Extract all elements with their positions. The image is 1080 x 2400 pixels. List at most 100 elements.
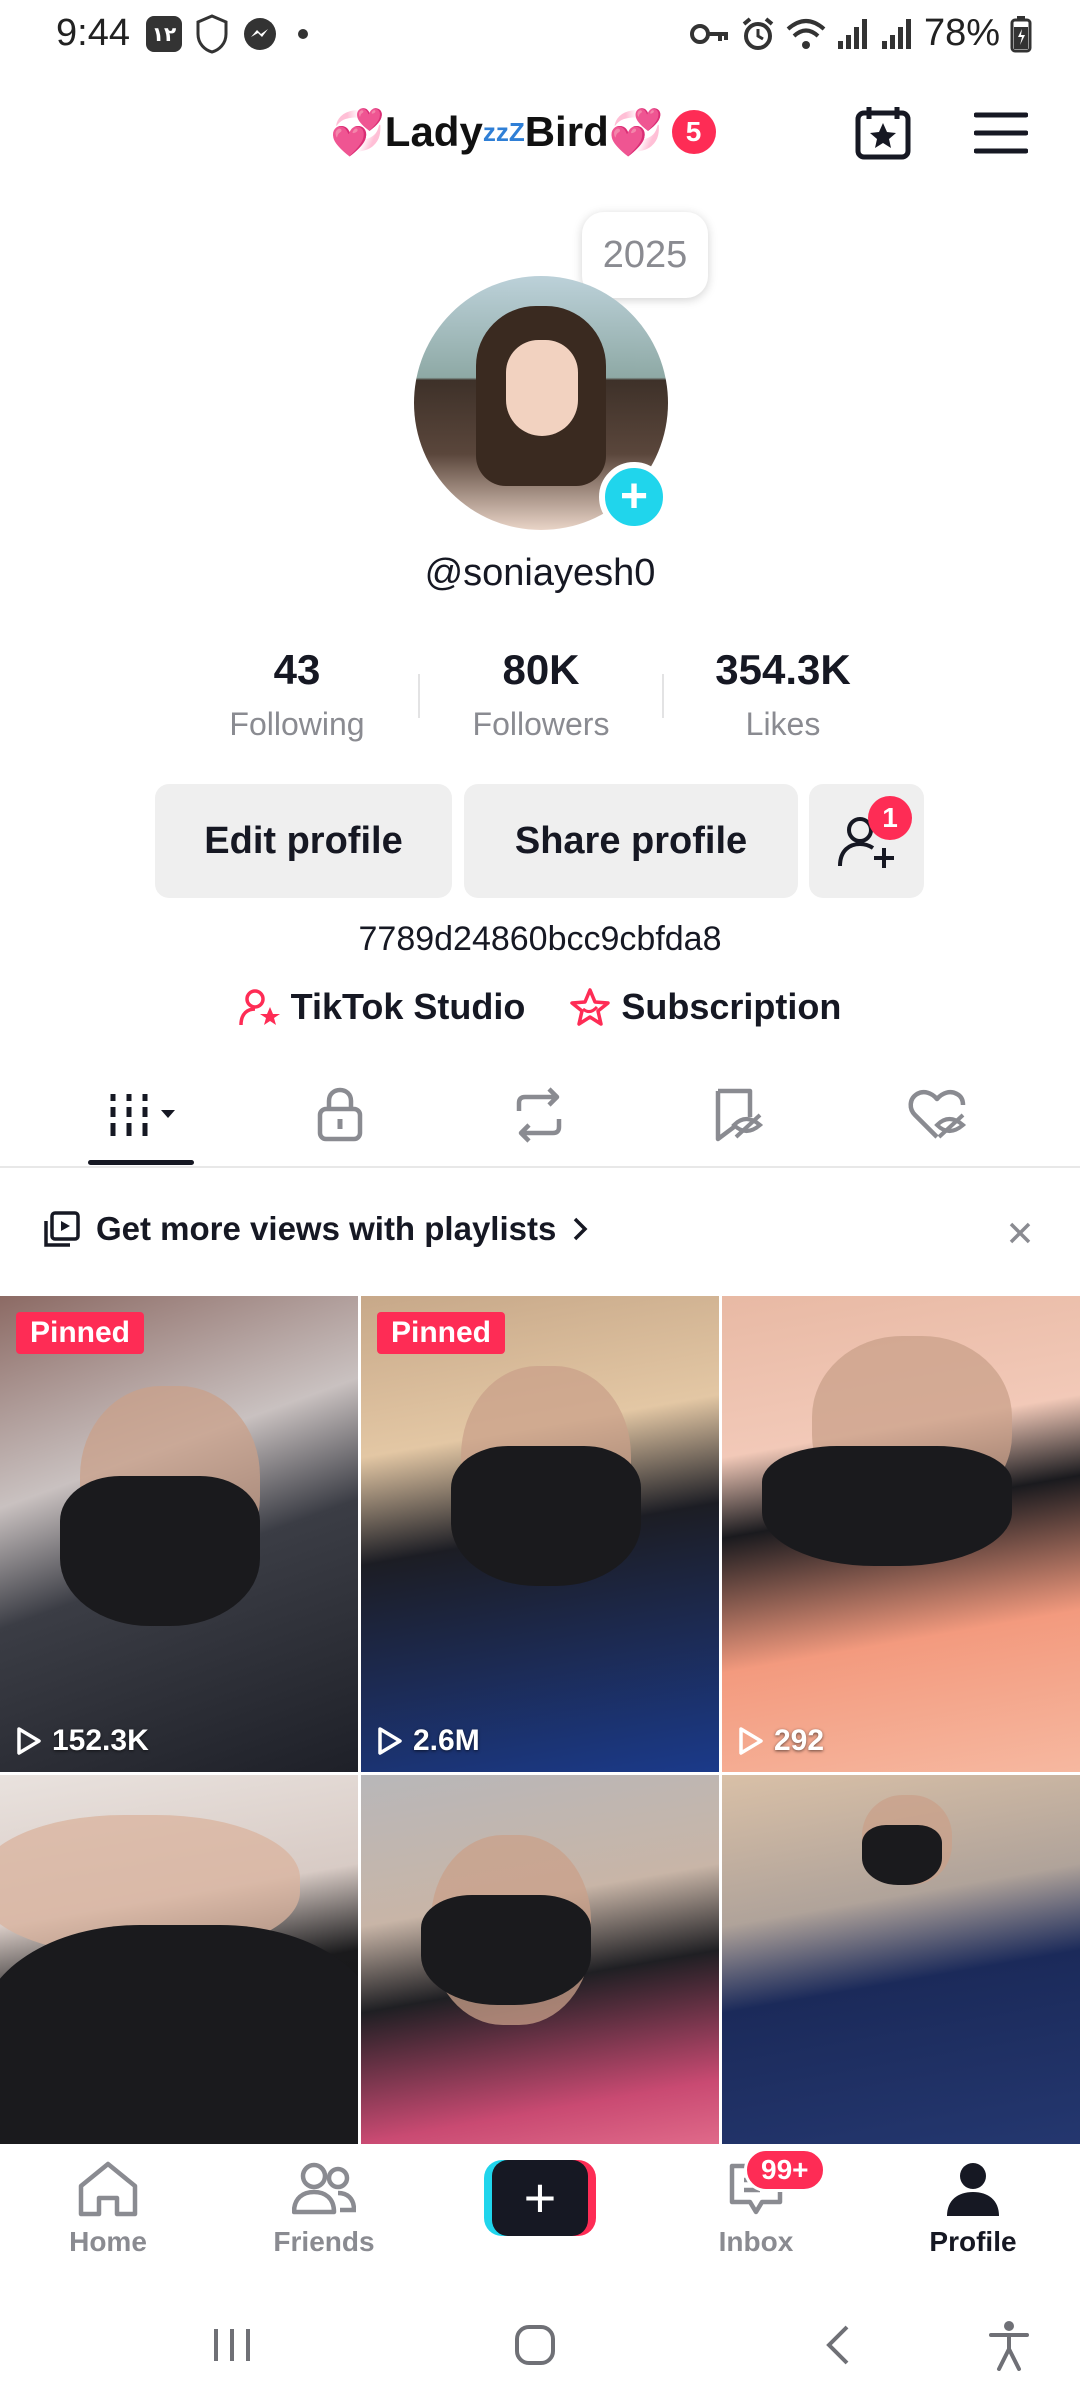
profile-name-button[interactable]: 💞 Lady zzZ Bird 💞 5 xyxy=(330,106,716,158)
status-bar: 9:44 ۱۲ 78% xyxy=(0,0,1080,66)
calendar-date-icon: ۱۲ xyxy=(146,16,182,52)
zzz-text: zzZ xyxy=(482,116,525,147)
tiktok-studio-link[interactable]: TikTok Studio xyxy=(238,986,526,1028)
profile-links: TikTok Studio Subscription xyxy=(0,986,1080,1028)
nav-home-label: Home xyxy=(69,2226,147,2257)
thumbnail-mask xyxy=(0,1925,358,2144)
heart-hidden-icon xyxy=(908,1089,967,1139)
profile-name-text: Lady xyxy=(384,108,483,155)
hamburger-menu-icon xyxy=(974,112,1028,154)
view-count-text: 2.6M xyxy=(413,1724,480,1757)
tiktok-studio-label: TikTok Studio xyxy=(290,986,526,1027)
view-count: 2.6M xyxy=(377,1724,480,1758)
add-story-button[interactable]: + xyxy=(599,462,669,532)
share-profile-button[interactable]: Share profile xyxy=(464,784,798,898)
key-icon xyxy=(689,23,728,44)
stat-followers[interactable]: 80K Followers xyxy=(431,646,651,743)
chevron-right-icon xyxy=(574,1217,588,1241)
plus-icon: + xyxy=(492,2160,588,2236)
thumbnail-mask xyxy=(451,1446,641,1586)
close-banner-button[interactable] xyxy=(1008,1212,1032,1254)
video-thumbnail[interactable] xyxy=(361,1775,719,2144)
view-count: 152.3K xyxy=(16,1724,149,1758)
playlist-promo-link[interactable]: Get more views with playlists xyxy=(44,1210,588,1248)
stat-label: Likes xyxy=(745,706,821,742)
stat-likes[interactable]: 354.3K Likes xyxy=(673,646,893,743)
wifi-icon xyxy=(786,18,826,49)
video-thumbnail[interactable] xyxy=(0,1775,358,2144)
home-square-icon xyxy=(515,2325,555,2365)
tab-videos[interactable] xyxy=(86,1080,196,1150)
profile-header: 💞 Lady zzZ Bird 💞 5 xyxy=(0,90,1080,180)
friends-icon xyxy=(292,2162,356,2215)
signal-icon xyxy=(837,18,867,49)
divider xyxy=(662,674,664,718)
creator-star-icon xyxy=(238,989,280,1026)
inbox-unread-badge: 99+ xyxy=(744,2148,826,2192)
play-icon xyxy=(739,1727,763,1755)
status-left-icons: ۱۲ xyxy=(146,14,308,54)
recent-apps-button[interactable] xyxy=(192,2312,272,2378)
bottom-navigation: Home Friends + Inbox 99+ Profile xyxy=(0,2144,1080,2282)
playlist-icon xyxy=(44,1211,80,1247)
video-thumbnail[interactable]: 292 xyxy=(722,1296,1080,1772)
system-navigation-bar xyxy=(0,2290,1080,2400)
nav-profile-label: Profile xyxy=(929,2226,1017,2257)
account-notification-badge: 5 xyxy=(671,110,716,154)
stat-label: Following xyxy=(229,706,365,742)
alarm-icon xyxy=(742,16,774,50)
back-button[interactable] xyxy=(798,2312,878,2378)
video-thumbnail[interactable]: Pinned 2.6M xyxy=(361,1296,719,1772)
dot-icon xyxy=(298,29,308,39)
lock-icon xyxy=(317,1087,363,1142)
video-thumbnail[interactable]: Pinned 152.3K xyxy=(0,1296,358,1772)
video-thumbnail[interactable] xyxy=(722,1775,1080,2144)
home-icon xyxy=(78,2161,138,2217)
subscription-star-icon xyxy=(570,988,611,1026)
calendar-star-button[interactable] xyxy=(848,98,918,168)
battery-percent: 78% xyxy=(923,12,1000,54)
repost-icon xyxy=(516,1087,562,1143)
stat-following[interactable]: 43 Following xyxy=(187,646,407,743)
menu-button[interactable] xyxy=(966,98,1036,168)
playlist-promo-text: Get more views with playlists xyxy=(96,1210,557,1247)
profile-name-suffix: Bird xyxy=(524,108,609,155)
avatar[interactable]: + xyxy=(414,276,669,532)
nav-friends[interactable]: Friends xyxy=(249,2160,399,2258)
play-icon xyxy=(378,1727,402,1755)
profile-bio: 7789d24860bcc9cbfda8 xyxy=(358,920,722,958)
battery-charging-icon xyxy=(1010,15,1032,52)
edit-profile-button[interactable]: Edit profile xyxy=(155,784,452,898)
thumbnail-mask xyxy=(762,1446,1012,1566)
tab-liked[interactable] xyxy=(882,1080,992,1150)
nav-home[interactable]: Home xyxy=(33,2160,183,2258)
subscription-link[interactable]: Subscription xyxy=(569,986,841,1028)
stat-value: 80K xyxy=(502,646,580,693)
accessibility-button[interactable] xyxy=(969,2312,1049,2378)
view-count-text: 152.3K xyxy=(52,1724,149,1757)
tab-private[interactable] xyxy=(285,1080,395,1150)
pinned-badge: Pinned xyxy=(377,1312,506,1354)
calendar-star-icon xyxy=(855,107,911,160)
nav-profile[interactable]: Profile xyxy=(898,2160,1048,2258)
divider xyxy=(418,674,420,718)
hearts-emoji-icon-2: 💞 xyxy=(608,108,664,157)
thumbnail-mask xyxy=(60,1476,260,1626)
thumbnail-mask xyxy=(421,1895,591,2005)
tab-favorites[interactable] xyxy=(683,1080,793,1150)
back-chevron-icon xyxy=(826,2325,849,2365)
profile-stats: 43 Following 80K Followers 354.3K Likes xyxy=(0,646,1080,756)
tab-reposts[interactable] xyxy=(484,1080,594,1150)
nav-inbox-label: Inbox xyxy=(718,2226,794,2257)
bookmark-hidden-icon xyxy=(715,1088,764,1142)
recents-icon xyxy=(214,2329,250,2361)
close-icon xyxy=(1009,1222,1031,1244)
playlist-banner: Get more views with playlists xyxy=(0,1172,1080,1292)
profile-icon xyxy=(947,2163,999,2216)
add-friends-button[interactable]: 1 xyxy=(809,784,924,898)
stat-value: 43 xyxy=(273,646,321,693)
create-post-button[interactable]: + xyxy=(484,2160,596,2236)
home-system-button[interactable] xyxy=(495,2312,575,2378)
profile-handle: @soniayesh0 xyxy=(424,552,656,594)
pinned-badge: Pinned xyxy=(16,1312,145,1354)
